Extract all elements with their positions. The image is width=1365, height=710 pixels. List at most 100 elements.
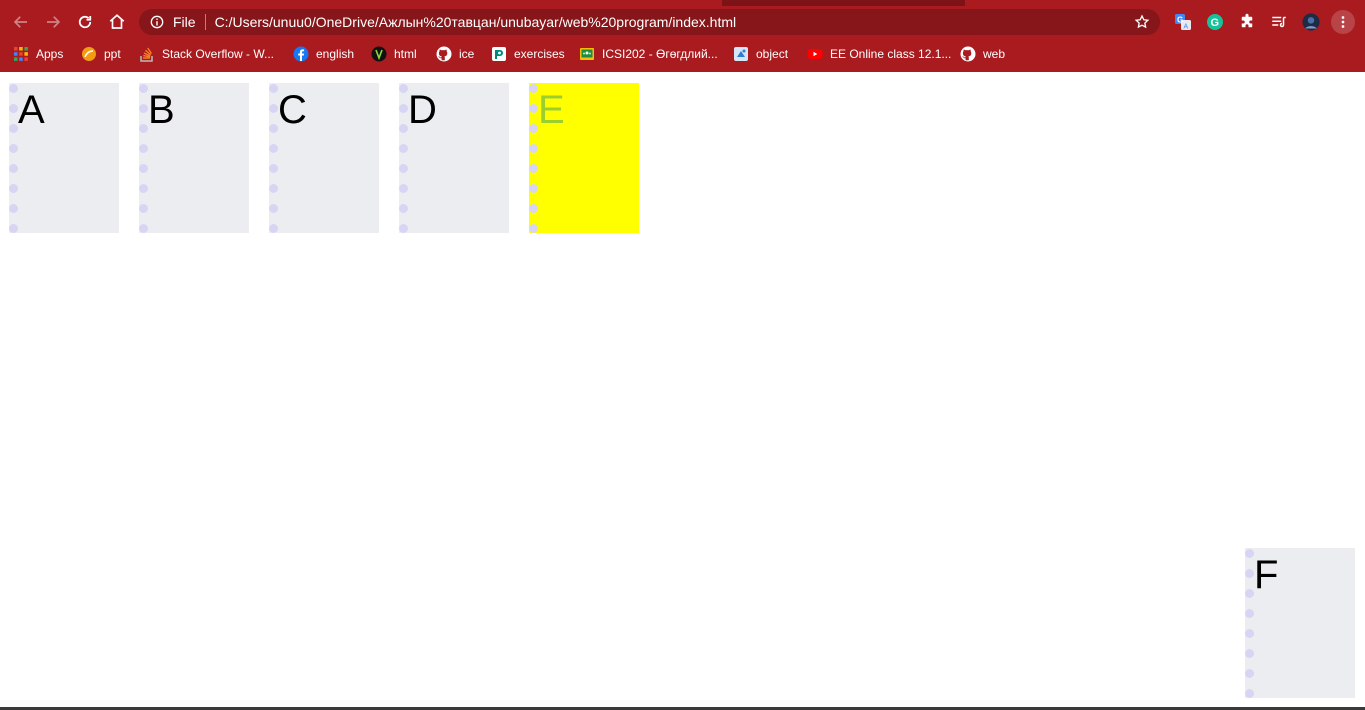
binder-dot	[269, 144, 278, 153]
binder-dot	[529, 224, 538, 233]
omnibox-separator	[204, 14, 206, 30]
binder-dot	[9, 224, 18, 233]
bookmark-label: english	[316, 47, 355, 61]
forward-arrow-icon[interactable]	[40, 9, 66, 35]
bookmark-icsi202[interactable]: ICSI202 - Өгөгдлий...	[579, 42, 718, 66]
bookmark-label: Stack Overflow - W...	[162, 47, 275, 61]
card-e[interactable]: E	[529, 83, 639, 233]
grammarly-icon[interactable]: G	[1204, 11, 1226, 33]
binder-dot	[399, 104, 408, 113]
bookmark-label: html	[394, 47, 417, 61]
binder-dot	[399, 144, 408, 153]
svg-text:G: G	[1211, 17, 1220, 29]
card-letter: E	[538, 88, 565, 132]
bookmark-ee-online[interactable]: EE Online class 12.1...	[807, 42, 951, 66]
binder-dot	[1245, 569, 1254, 578]
back-arrow-icon[interactable]	[8, 9, 34, 35]
binder-dot	[9, 184, 18, 193]
menu-dots-icon[interactable]	[1331, 10, 1355, 34]
facebook-icon	[293, 46, 309, 62]
binder-dot	[1245, 649, 1254, 658]
bookmark-apps[interactable]: Apps	[13, 42, 63, 66]
card-a[interactable]: A	[9, 83, 119, 233]
object-icon	[734, 47, 748, 61]
apps-grid-icon	[14, 47, 28, 61]
bookmark-label: ppt	[104, 47, 121, 61]
binder-dot	[529, 164, 538, 173]
binder-dot	[139, 184, 148, 193]
card-f[interactable]: F	[1245, 548, 1355, 698]
ppt-icon	[82, 47, 96, 61]
binder-dot	[139, 164, 148, 173]
card-letter: D	[408, 88, 437, 132]
bookmark-ice[interactable]: ice	[436, 42, 474, 66]
binder-dot	[1245, 629, 1254, 638]
binder-dot	[399, 124, 408, 133]
scheme-label: File	[173, 14, 196, 30]
bookmark-object[interactable]: object	[733, 42, 788, 66]
bookmark-stack-overflow[interactable]: Stack Overflow - W...	[139, 42, 274, 66]
bookmark-english[interactable]: english	[293, 42, 354, 66]
card-d[interactable]: D	[399, 83, 509, 233]
binder-dot	[399, 184, 408, 193]
binder-dot	[269, 204, 278, 213]
binder-dot	[529, 184, 538, 193]
binder-dot	[269, 84, 278, 93]
binder-dot	[9, 144, 18, 153]
bookmark-label: object	[756, 47, 789, 61]
card-b[interactable]: B	[139, 83, 249, 233]
binder-dot	[529, 204, 538, 213]
binder-dot	[9, 164, 18, 173]
toolbar: File C:/Users/unuu0/OneDrive/Ажлын%20тав…	[0, 6, 1365, 38]
browser-chrome: File C:/Users/unuu0/OneDrive/Ажлын%20тав…	[0, 0, 1365, 72]
binder-dot	[1245, 669, 1254, 678]
binder-dot	[1245, 549, 1254, 558]
card-letter: B	[148, 88, 175, 132]
exercises-icon	[492, 47, 506, 61]
binder-dot	[269, 184, 278, 193]
info-icon[interactable]	[150, 15, 164, 29]
binder-dot	[1245, 589, 1254, 598]
binder-dot	[529, 104, 538, 113]
bookmark-label: ice	[459, 47, 475, 61]
bookmark-exercises[interactable]: exercises	[491, 42, 565, 66]
binder-dot	[139, 204, 148, 213]
url-text[interactable]: C:/Users/unuu0/OneDrive/Ажлын%20тавцан/u…	[215, 14, 737, 30]
youtube-icon	[807, 49, 823, 59]
binder-dot	[529, 124, 538, 133]
binder-dot	[1245, 609, 1254, 618]
binder-dot	[529, 84, 538, 93]
extensions-puzzle-icon[interactable]	[1236, 11, 1258, 33]
bookmark-star-icon[interactable]	[1134, 14, 1150, 30]
binder-dot	[269, 104, 278, 113]
svg-text:A: A	[1184, 24, 1189, 31]
stackoverflow-icon	[140, 47, 153, 62]
bookmark-label: Apps	[36, 47, 64, 61]
binder-dot	[399, 164, 408, 173]
address-bar[interactable]: File C:/Users/unuu0/OneDrive/Ажлын%20тав…	[139, 9, 1160, 35]
card-c[interactable]: C	[269, 83, 379, 233]
binder-dot	[9, 84, 18, 93]
bookmark-label: exercises	[514, 47, 565, 61]
svg-text:G: G	[1177, 16, 1183, 25]
binder-dot	[269, 224, 278, 233]
binder-dot	[139, 104, 148, 113]
html-logo-icon	[371, 46, 387, 62]
binder-dot	[529, 144, 538, 153]
github-icon	[436, 46, 452, 62]
bookmark-web[interactable]: web	[960, 42, 1005, 66]
bookmark-html[interactable]: html	[371, 42, 417, 66]
binder-dot	[399, 224, 408, 233]
binder-dot	[139, 224, 148, 233]
binder-dot	[9, 204, 18, 213]
bookmark-ppt[interactable]: ppt	[81, 42, 121, 66]
card-letter: A	[18, 88, 45, 132]
reading-list-icon[interactable]	[1268, 11, 1290, 33]
google-translate-icon[interactable]: GA	[1172, 11, 1194, 33]
google-classroom-icon	[580, 48, 594, 60]
profile-avatar[interactable]	[1300, 11, 1322, 33]
home-icon[interactable]	[104, 9, 130, 35]
reload-icon[interactable]	[72, 9, 98, 35]
binder-dot	[9, 124, 18, 133]
binder-dot	[269, 124, 278, 133]
